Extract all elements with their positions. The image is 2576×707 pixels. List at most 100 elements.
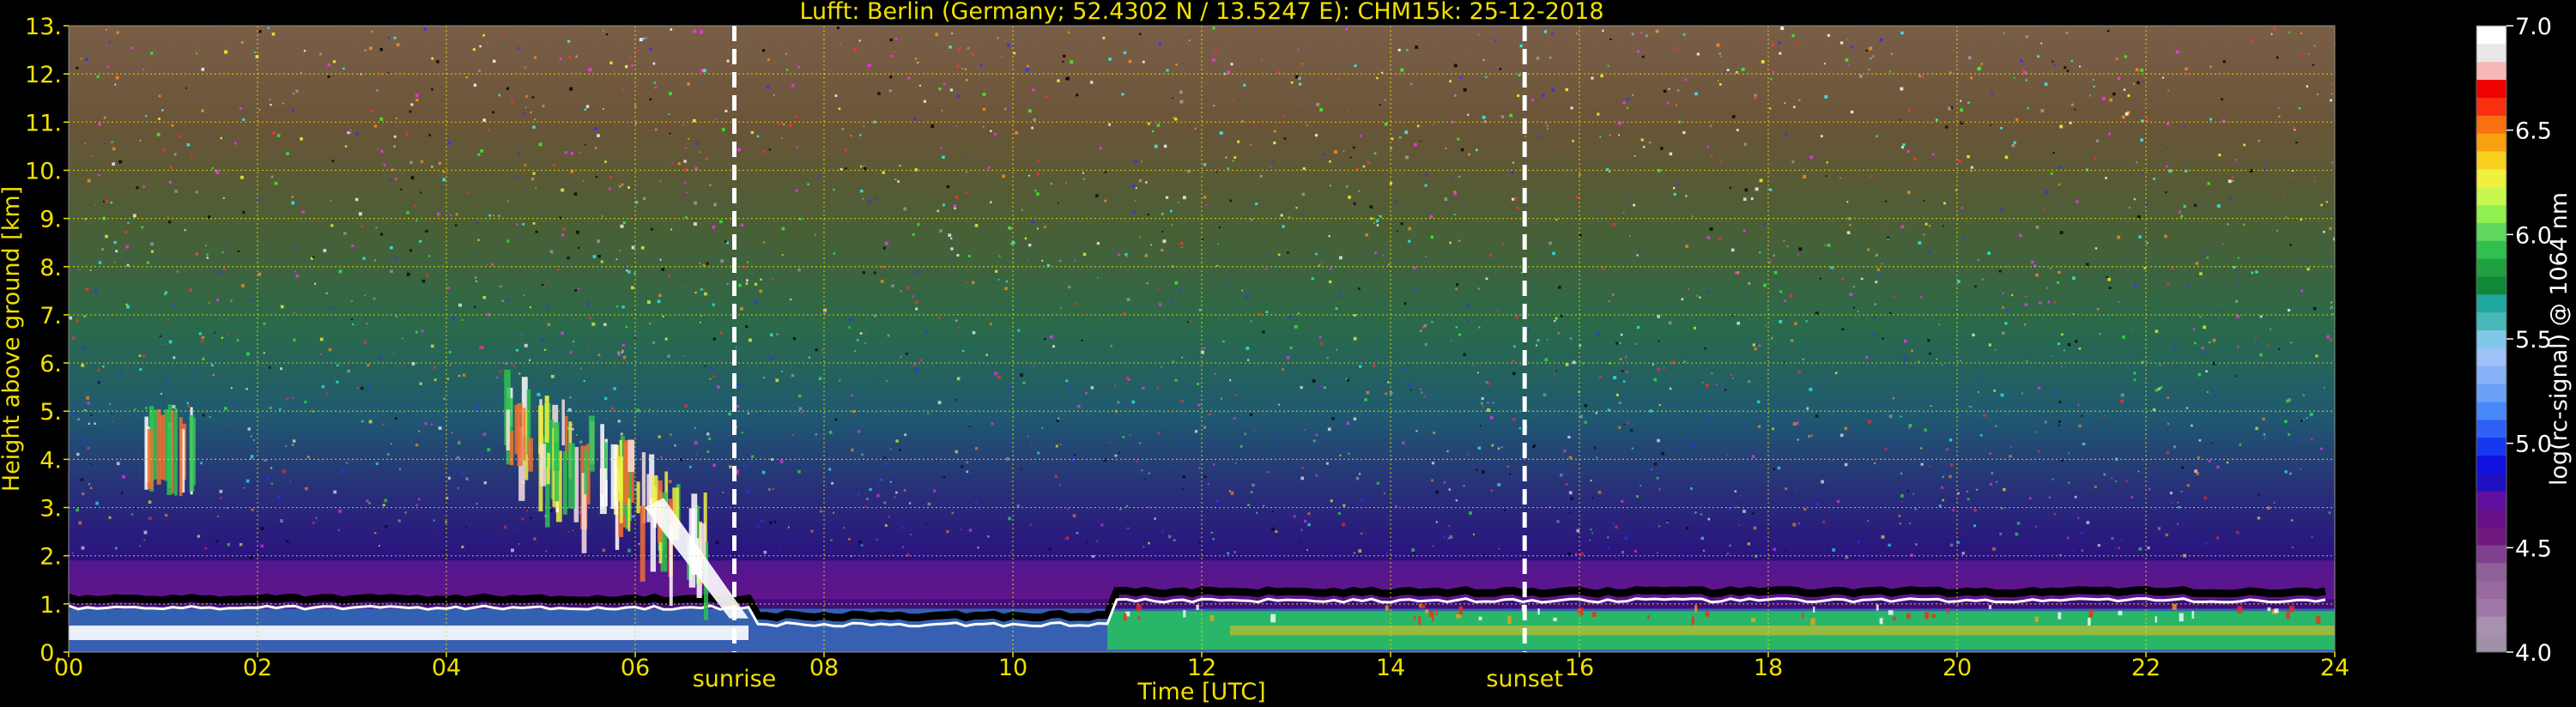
noise-speck	[1397, 230, 1399, 233]
noise-speck	[305, 486, 308, 491]
noise-speck	[2045, 190, 2049, 194]
noise-speck	[640, 246, 645, 250]
noise-speck	[1134, 200, 1136, 202]
noise-speck	[626, 269, 628, 272]
noise-speck	[1277, 253, 1281, 257]
noise-speck	[1671, 360, 1676, 365]
noise-speck	[2108, 132, 2112, 136]
noise-speck	[1017, 329, 1021, 332]
noise-speck	[109, 402, 112, 405]
noise-speck	[529, 306, 531, 309]
noise-speck	[1957, 280, 1961, 283]
noise-speck	[1010, 551, 1012, 553]
noise-speck	[700, 288, 703, 291]
noise-speck	[602, 548, 606, 553]
surface-streak	[1888, 610, 1894, 615]
noise-speck	[1601, 266, 1605, 270]
noise-speck	[660, 456, 663, 458]
noise-speck	[1865, 355, 1869, 360]
noise-speck	[1121, 93, 1124, 96]
noise-speck	[87, 402, 90, 405]
noise-speck	[1808, 434, 1811, 438]
noise-speck	[1900, 472, 1903, 475]
noise-speck	[1373, 152, 1377, 154]
noise-speck	[1247, 504, 1250, 507]
noise-speck	[1381, 71, 1384, 74]
noise-speck	[124, 230, 127, 234]
noise-speck	[578, 287, 580, 290]
noise-speck	[1041, 259, 1044, 262]
noise-speck	[1173, 539, 1176, 542]
noise-speck	[1732, 378, 1735, 380]
noise-speck	[1700, 536, 1704, 541]
noise-speck	[797, 469, 801, 474]
noise-speck	[2211, 442, 2214, 444]
noise-speck	[1726, 553, 1729, 555]
noise-speck	[1329, 267, 1332, 270]
noise-speck	[1119, 508, 1122, 511]
noise-speck	[748, 338, 752, 342]
noise-speck	[2192, 328, 2196, 331]
noise-speck	[1082, 172, 1084, 174]
noise-speck	[2086, 263, 2089, 266]
noise-speck	[781, 137, 783, 140]
noise-speck	[848, 326, 851, 329]
noise-speck	[1059, 484, 1061, 486]
noise-speck	[2328, 511, 2331, 514]
noise-speck	[627, 270, 631, 274]
noise-speck	[1492, 402, 1494, 404]
noise-speck	[1331, 416, 1335, 420]
noise-speck	[2278, 115, 2281, 118]
noise-speck	[1335, 307, 1338, 310]
noise-speck	[337, 529, 340, 531]
noise-speck	[1598, 375, 1603, 378]
noise-speck	[1202, 239, 1204, 241]
noise-speck	[919, 359, 923, 362]
noise-speck	[1353, 552, 1356, 554]
noise-speck	[1283, 137, 1287, 140]
noise-speck	[2329, 338, 2333, 341]
noise-speck	[524, 106, 527, 109]
noise-speck	[219, 489, 223, 493]
noise-speck	[2053, 512, 2057, 516]
noise-speck	[767, 487, 771, 491]
noise-speck	[438, 426, 442, 430]
noise-speck	[592, 255, 597, 258]
noise-speck	[773, 94, 775, 96]
noise-speck	[409, 249, 412, 252]
noise-speck	[1745, 423, 1749, 426]
noise-speck	[603, 29, 604, 32]
noise-speck	[499, 370, 502, 373]
noise-speck	[2125, 480, 2128, 482]
noise-speck	[1840, 433, 1844, 438]
noise-speck	[1785, 132, 1788, 136]
noise-speck	[136, 186, 139, 190]
noise-speck	[1240, 444, 1243, 448]
noise-speck	[561, 233, 565, 237]
noise-speck	[1512, 418, 1516, 421]
noise-speck	[82, 346, 86, 350]
noise-speck	[550, 374, 555, 378]
noise-speck	[622, 88, 625, 90]
noise-speck	[2221, 243, 2224, 245]
noise-speck	[955, 399, 957, 401]
noise-speck	[1212, 538, 1215, 541]
noise-speck	[518, 543, 520, 546]
noise-speck	[2133, 372, 2137, 375]
noise-speck	[1711, 372, 1713, 375]
noise-speck	[472, 48, 476, 51]
noise-speck	[754, 299, 758, 304]
noise-speck	[1543, 30, 1548, 33]
noise-speck	[1182, 474, 1185, 479]
noise-speck	[2326, 335, 2330, 339]
noise-speck	[1726, 454, 1729, 456]
noise-speck	[1036, 172, 1039, 176]
noise-speck	[1382, 254, 1385, 257]
noise-speck	[1906, 490, 1909, 492]
noise-speck	[1229, 379, 1232, 382]
noise-speck	[1512, 161, 1514, 164]
noise-speck	[1992, 547, 1996, 551]
noise-speck	[1893, 296, 1896, 299]
noise-speck	[1758, 344, 1761, 347]
colorbar-swatch	[2476, 437, 2506, 456]
